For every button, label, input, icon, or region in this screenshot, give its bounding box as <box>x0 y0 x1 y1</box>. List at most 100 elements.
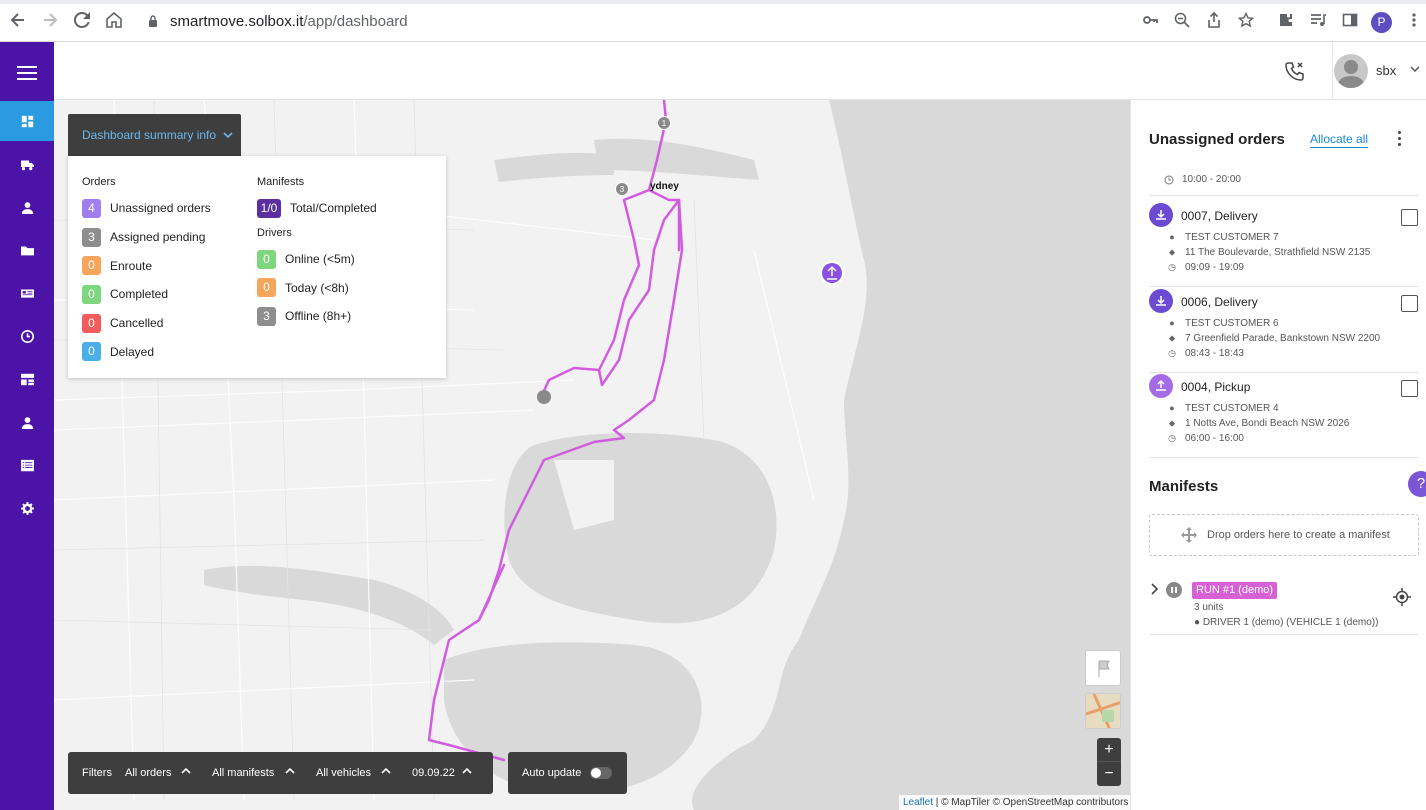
map-city-label: ydney <box>650 181 679 192</box>
chevron-up-icon[interactable] <box>381 766 391 776</box>
chevron-up-icon[interactable] <box>285 766 295 776</box>
auto-update-toggle[interactable] <box>590 767 612 779</box>
hamburger-menu-icon[interactable] <box>17 66 37 80</box>
profile-avatar[interactable]: P <box>1371 12 1392 33</box>
orders-row: 0 Enroute <box>82 251 211 280</box>
avatar[interactable] <box>1334 54 1368 88</box>
forward-icon[interactable] <box>40 12 60 32</box>
leaflet-link[interactable]: Leaflet <box>903 797 933 808</box>
side-panel-icon[interactable] <box>1340 12 1360 32</box>
sidebar-item-logs[interactable] <box>0 445 54 485</box>
order-title: 0006, Delivery <box>1181 295 1258 309</box>
orders-label: Enroute <box>110 258 153 273</box>
sidebar-item-contacts[interactable] <box>0 273 54 313</box>
tab-strip <box>0 0 1426 4</box>
orders-filter[interactable]: All orders <box>125 767 171 779</box>
zoom-control: + − <box>1097 738 1121 786</box>
sidebar-item-dashboard[interactable] <box>0 101 54 141</box>
order-time-text: 09:09 - 19:09 <box>1185 262 1244 273</box>
sidebar-item-reports[interactable] <box>0 359 54 399</box>
summary-orders-column: Orders 4 Unassigned orders 3 Assigned pendi… <box>82 176 211 366</box>
drivers-row: 0 Online (<5m) <box>257 245 377 274</box>
extensions-icon[interactable] <box>1276 12 1296 32</box>
phone-transfer-icon[interactable] <box>1285 61 1305 81</box>
drivers-label: Online (<5m) <box>285 252 355 267</box>
sidebar-item-drivers[interactable] <box>0 187 54 227</box>
dashboard-summary-toggle[interactable]: Dashboard summary info <box>68 114 241 156</box>
orders-count-badge: 3 <box>82 227 101 247</box>
chevron-up-icon[interactable] <box>181 766 191 776</box>
map-style-button[interactable] <box>1085 693 1121 729</box>
unassigned-orders-title: Unassigned orders <box>1149 131 1285 148</box>
orders-count-badge: 0 <box>82 284 101 304</box>
order-time-text: 10:00 - 20:00 <box>1182 174 1241 185</box>
vehicles-filter[interactable]: All vehicles <box>316 767 371 779</box>
cluster-marker-1[interactable]: 1 <box>657 116 671 130</box>
location-pin-icon: ⬥ <box>1168 418 1176 428</box>
orders-row: 0 Delayed <box>82 337 211 366</box>
key-icon[interactable] <box>1140 12 1160 32</box>
order-divider <box>1149 195 1419 196</box>
username[interactable]: sbx <box>1376 63 1396 78</box>
zoom-out-button[interactable]: − <box>1097 762 1121 786</box>
chevron-right-icon[interactable] <box>1150 583 1159 598</box>
back-icon[interactable] <box>8 12 28 32</box>
orders-count-badge: 4 <box>82 198 101 218</box>
dashboard-icon <box>21 115 33 127</box>
cluster-marker-3[interactable]: 3 <box>615 182 629 196</box>
url-host: smartmove.solbox.it <box>170 13 304 30</box>
order-time: ◷ 06:00 - 16:00 <box>1167 433 1244 444</box>
drivers-row: 3 Offline (8h+) <box>257 302 377 331</box>
manifests-label: Total/Completed <box>290 201 377 216</box>
folder-icon <box>20 245 34 255</box>
orders-count-badge: 0 <box>82 256 101 276</box>
sidebar-item-vehicles[interactable] <box>0 144 54 184</box>
date-filter[interactable]: 09.09.22 <box>412 767 455 779</box>
order-checkbox[interactable] <box>1401 295 1418 312</box>
order-time-text: 06:00 - 16:00 <box>1185 433 1244 444</box>
help-button[interactable]: ? <box>1408 471 1426 497</box>
run-tag[interactable]: RUN #1 (demo) <box>1192 582 1278 599</box>
orders-row: 0 Completed <box>82 280 211 309</box>
chevron-down-icon[interactable] <box>1410 64 1420 77</box>
list-icon <box>20 459 34 471</box>
more-options-icon[interactable] <box>1398 131 1402 147</box>
sidebar-item-history[interactable] <box>0 316 54 356</box>
map-view[interactable]: ydney 1 3 Dashboard summary info Orders … <box>54 100 1130 810</box>
order-checkbox[interactable] <box>1401 380 1418 397</box>
media-queue-icon[interactable] <box>1308 12 1328 32</box>
zoom-icon[interactable] <box>1172 12 1192 32</box>
chevron-up-icon[interactable] <box>462 766 472 776</box>
right-panel: Unassigned orders Allocate all 10:00 - 2… <box>1130 100 1426 810</box>
zoom-in-button[interactable]: + <box>1097 738 1121 762</box>
bookmark-star-icon[interactable] <box>1236 11 1256 32</box>
orders-row: 0 Cancelled <box>82 309 211 338</box>
drivers-count-badge: 0 <box>257 278 276 298</box>
delivery-icon <box>1149 203 1173 227</box>
sidebar-item-files[interactable] <box>0 230 54 270</box>
reload-icon[interactable] <box>72 11 92 32</box>
layer-flag-button[interactable] <box>1085 650 1121 686</box>
browser-menu-icon[interactable] <box>1404 12 1424 32</box>
unassigned-order-card[interactable]: 0006, Delivery ● TEST CUSTOMER 6 ⬥ 7 Greenfi… <box>1149 289 1419 369</box>
locate-target-icon[interactable] <box>1393 588 1411 606</box>
manifests-filter[interactable]: All manifests <box>212 767 274 779</box>
order-checkbox[interactable] <box>1401 209 1418 226</box>
home-icon[interactable] <box>104 11 124 32</box>
share-icon[interactable] <box>1204 11 1224 32</box>
person-icon: ● <box>1169 318 1175 328</box>
sidebar-item-users[interactable] <box>0 402 54 442</box>
pause-icon[interactable] <box>1166 582 1182 598</box>
address-bar[interactable]: smartmove.solbox.it/app/dashboard <box>170 13 408 30</box>
clock-icon <box>1164 175 1174 185</box>
delivery-icon <box>1149 289 1173 313</box>
app-sidebar <box>0 42 54 810</box>
unassigned-order-card[interactable]: 0004, Pickup ● TEST CUSTOMER 4 ⬥ 1 Notts Ave… <box>1149 374 1419 454</box>
map-marker[interactable] <box>537 390 551 404</box>
order-divider <box>1149 457 1419 458</box>
sidebar-item-settings[interactable] <box>0 488 54 528</box>
location-pin-icon: ⬥ <box>1168 333 1176 343</box>
manifest-drop-zone[interactable]: Drop orders here to create a manifest <box>1149 514 1419 556</box>
allocate-all-link[interactable]: Allocate all <box>1310 132 1369 148</box>
unassigned-order-card[interactable]: 0007, Delivery ● TEST CUSTOMER 7 ⬥ 11 The Bo… <box>1149 203 1419 283</box>
